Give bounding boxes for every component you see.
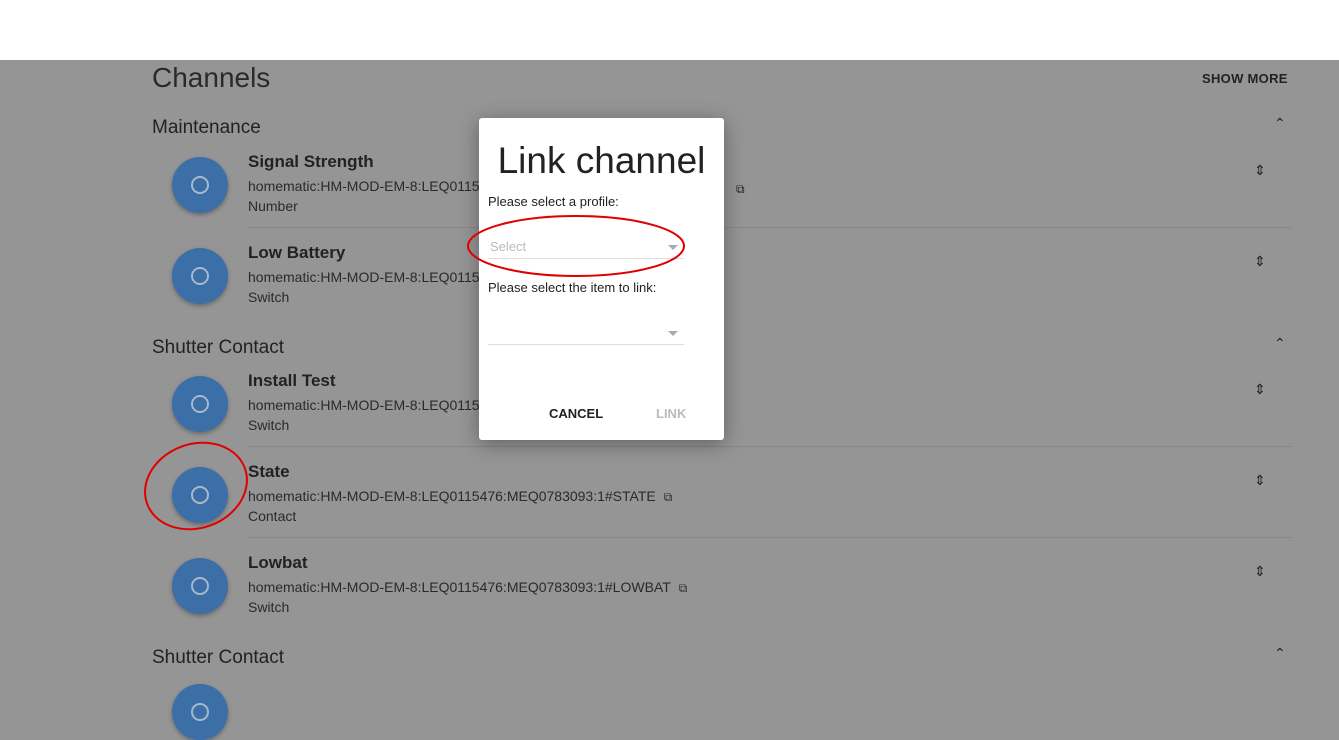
channel-item[interactable]: Signal Strength homematic:HM-MOD-EM-8:LE… [172,152,1292,242]
profile-select[interactable]: Select [488,235,684,259]
channel-type: Switch [248,417,290,433]
channel-link-button[interactable] [172,467,228,523]
page-title: Channels [152,62,271,93]
expand-icon[interactable]: ⇕ [1254,563,1266,580]
divider [248,537,1292,538]
channel-item[interactable]: Install Test homematic:HM-MOD-EM-8:LEQ01… [172,371,1292,461]
channel-type: Contact [248,508,297,524]
channel-link-button[interactable] [172,558,228,614]
channel-uid: homematic:HM-MOD-EM-8:LEQ01154 [248,397,488,413]
profile-label: Please select a profile: [488,194,619,209]
channel-type: Number [248,198,298,214]
channel-item[interactable]: Low Battery homematic:HM-MOD-EM-8:LEQ011… [172,243,1292,333]
collapse-icon[interactable]: ⌃ [1274,645,1286,662]
item-select[interactable] [488,321,684,345]
channel-link-button[interactable] [172,248,228,304]
channel-name: Lowbat [248,553,308,572]
channel-link-button[interactable] [172,157,228,213]
group-header: Shutter Contact [152,647,285,668]
collapse-icon[interactable]: ⌃ [1274,335,1286,352]
channel-type: Switch [248,599,290,615]
channel-uid: homematic:HM-MOD-EM-8:LEQ0115476:MEQ0783… [248,579,687,596]
copy-icon[interactable]: ⧉ [664,490,673,504]
copy-icon[interactable]: ⧉ [679,581,688,595]
channel-name: State [248,462,290,481]
collapse-icon[interactable]: ⌃ [1274,115,1286,132]
copy-icon[interactable]: ⧉ [736,182,745,197]
divider [248,227,1292,228]
channel-name: Install Test [248,371,336,390]
show-more-button[interactable]: SHOW MORE [1202,71,1288,86]
channel-name: Signal Strength [248,152,374,171]
divider [248,446,1292,447]
expand-icon[interactable]: ⇕ [1254,162,1266,179]
channel-link-button[interactable] [172,684,228,740]
group-header: Shutter Contact [152,337,285,358]
expand-icon[interactable]: ⇕ [1254,472,1266,489]
item-label: Please select the item to link: [488,280,657,295]
channel-item[interactable]: State homematic:HM-MOD-EM-8:LEQ0115476:M… [172,462,1292,552]
link-button[interactable]: LINK [656,406,686,421]
channel-name: Low Battery [248,243,346,262]
channel-link-button[interactable] [172,376,228,432]
expand-icon[interactable]: ⇕ [1254,253,1266,270]
channel-type: Switch [248,289,290,305]
channel-uid-text: homematic:HM-MOD-EM-8:LEQ0115476:MEQ0783… [248,488,656,504]
top-bar [0,0,1339,60]
channel-item[interactable]: Lowbat homematic:HM-MOD-EM-8:LEQ0115476:… [172,553,1292,643]
channel-uid: homematic:HM-MOD-EM-8:LEQ01154 [248,178,488,194]
cancel-button[interactable]: CANCEL [549,406,603,421]
channel-uid: homematic:HM-MOD-EM-8:LEQ01154 [248,269,488,285]
link-channel-dialog: Link channel Please select a profile: Se… [479,118,724,440]
dialog-title: Link channel [497,140,706,181]
group-header: Maintenance [152,117,261,138]
expand-icon[interactable]: ⇕ [1254,381,1266,398]
channel-uid: homematic:HM-MOD-EM-8:LEQ0115476:MEQ0783… [248,488,672,505]
channel-uid-text: homematic:HM-MOD-EM-8:LEQ0115476:MEQ0783… [248,579,671,595]
